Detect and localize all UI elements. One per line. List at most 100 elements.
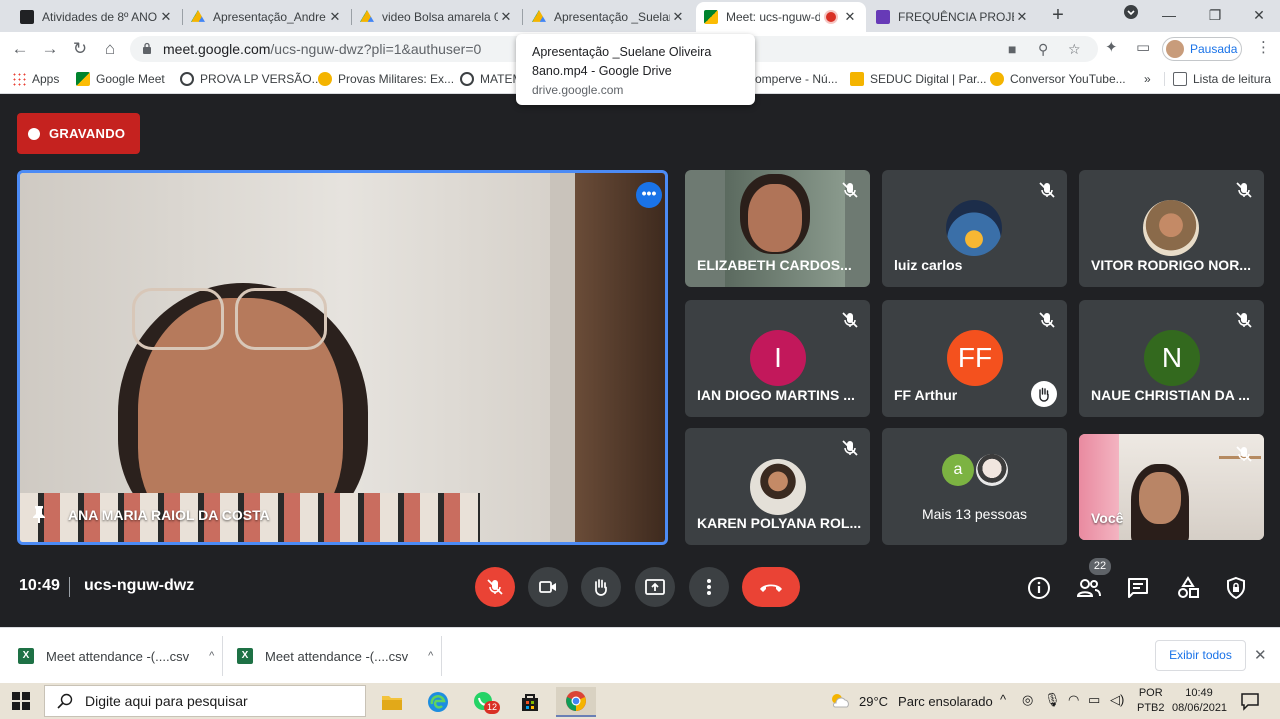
bookmark-conversor[interactable]: Conversor YouTube...	[990, 72, 1126, 86]
taskbar-edge[interactable]	[418, 687, 458, 717]
camera-toggle-button[interactable]	[528, 567, 568, 607]
participant-tile[interactable]: I IAN DIOGO MARTINS ...	[685, 300, 870, 417]
more-participants-tile[interactable]: a Mais 13 pessoas	[882, 428, 1067, 545]
participant-tile[interactable]: KAREN POLYANA ROL...	[685, 428, 870, 545]
download-item[interactable]: X Meet attendance -(....csv ^	[18, 628, 214, 684]
bookmark-matem[interactable]: MATEM	[460, 72, 522, 86]
extensions-icon[interactable]: ✦	[1105, 38, 1118, 56]
tab-atividades[interactable]: Atividades de 8º ANO ✕	[12, 2, 182, 32]
bookmark-google-meet[interactable]: Google Meet	[76, 72, 165, 86]
chrome-icon	[566, 691, 586, 711]
weather-widget[interactable]: 29°C Parc ensolarado	[829, 692, 993, 710]
battery-icon[interactable]: ▭	[1088, 692, 1100, 708]
forward-button[interactable]: →	[38, 37, 62, 61]
close-tab-icon[interactable]: ✕	[670, 9, 686, 25]
bookmark-comperve[interactable]: omperve - Nú...	[755, 72, 838, 86]
excel-file-icon: X	[18, 648, 34, 664]
edge-icon	[428, 692, 448, 712]
google-forms-icon	[876, 10, 890, 24]
microphone-icon[interactable]: 🎙	[1044, 692, 1061, 708]
recording-indicator[interactable]: GRAVANDO	[17, 113, 140, 154]
people-button[interactable]	[1076, 575, 1102, 601]
notification-center-icon[interactable]	[1240, 691, 1260, 711]
taskbar-whatsapp[interactable]: 12	[464, 687, 504, 717]
participant-tile[interactable]: ELIZABETH CARDOS...	[685, 170, 870, 287]
reading-list-button[interactable]: Lista de leitura	[1164, 72, 1271, 86]
chat-button[interactable]	[1125, 575, 1151, 601]
participant-tile[interactable]: VITOR RODRIGO NOR...	[1079, 170, 1264, 287]
self-view-tile[interactable]: Você	[1079, 434, 1264, 540]
pin-icon[interactable]	[32, 505, 46, 523]
meeting-details-button[interactable]	[1026, 575, 1052, 601]
bookmark-prova-lp[interactable]: PROVA LP VERSÃO...	[180, 72, 322, 86]
reload-button[interactable]: ↻	[68, 37, 92, 61]
chevron-up-icon[interactable]: ^	[1000, 692, 1006, 707]
participant-tile[interactable]: luiz carlos	[882, 170, 1067, 287]
taskbar-search-input[interactable]: Digite aqui para pesquisar	[44, 685, 366, 717]
mic-off-icon	[1236, 446, 1252, 462]
back-button[interactable]: ←	[8, 37, 32, 61]
google-drive-icon	[532, 10, 546, 22]
close-tab-icon[interactable]: ✕	[842, 9, 858, 25]
taskbar-chrome[interactable]	[556, 687, 596, 717]
camera-icon[interactable]: ■	[1008, 41, 1016, 57]
folder-icon	[382, 696, 402, 710]
close-window-button[interactable]: ✕	[1243, 4, 1275, 26]
mic-toggle-button[interactable]	[475, 567, 515, 607]
close-tab-icon[interactable]: ✕	[327, 9, 343, 25]
home-button[interactable]: ⌂	[98, 37, 122, 61]
participant-tile[interactable]: N NAUE CHRISTIAN DA ...	[1079, 300, 1264, 417]
download-item[interactable]: X Meet attendance -(....csv ^	[237, 628, 433, 684]
mic-off-icon	[487, 579, 503, 595]
lock-icon	[143, 42, 151, 54]
meet-tray-icon[interactable]: ◎	[1022, 692, 1033, 708]
tab-apresentacao-andre[interactable]: Apresentação_Andre H ✕	[183, 2, 351, 32]
tab-meet[interactable]: Meet: ucs-nguw-d ✕	[696, 2, 866, 32]
minimize-button[interactable]: —	[1153, 4, 1185, 26]
menu-icon[interactable]: ⋮	[1256, 38, 1271, 56]
wifi-icon[interactable]: ◠	[1068, 692, 1079, 708]
close-shelf-button[interactable]: ✕	[1254, 646, 1267, 664]
present-screen-button[interactable]	[635, 567, 675, 607]
mic-off-icon	[1039, 182, 1055, 198]
bookmark-provas-militares[interactable]: Provas Militares: Ex...	[318, 72, 454, 86]
volume-icon[interactable]: ◁)	[1110, 692, 1124, 708]
avatar	[1166, 40, 1184, 58]
tab-search-button[interactable]	[1115, 4, 1147, 26]
more-options-button[interactable]	[689, 567, 729, 607]
bookmark-seduc[interactable]: SEDUC Digital | Par...	[850, 72, 986, 86]
profile-button[interactable]: Pausada	[1162, 37, 1242, 61]
raised-hand-indicator	[1031, 381, 1057, 407]
taskbar-store[interactable]	[510, 687, 550, 717]
tab-frequencia[interactable]: FREQUÊNCIA PROJETO ✕	[868, 2, 1038, 32]
raise-hand-button[interactable]	[581, 567, 621, 607]
main-video-tile[interactable]: ••• ANA MARIA RAIOL DA COSTA	[17, 170, 668, 545]
bookmark-apps[interactable]: Apps	[12, 72, 59, 86]
new-tab-button[interactable]: +	[1046, 4, 1070, 28]
language-indicator[interactable]: POR PTB2	[1137, 686, 1165, 716]
chevron-up-icon[interactable]: ^	[209, 650, 214, 662]
close-tab-icon[interactable]: ✕	[1014, 9, 1030, 25]
participant-tile[interactable]: FF FF Arthur	[882, 300, 1067, 417]
close-tab-icon[interactable]: ✕	[498, 9, 514, 25]
tab-video-bolsa[interactable]: video Bolsa amarela 0: ✕	[352, 2, 522, 32]
windows-start-icon[interactable]	[12, 692, 30, 710]
participant-name: KAREN POLYANA ROL...	[697, 515, 861, 531]
activities-button[interactable]	[1175, 575, 1201, 601]
star-icon[interactable]: ☆	[1068, 41, 1081, 58]
show-all-downloads-button[interactable]: Exibir todos	[1155, 640, 1246, 671]
tab-apresentacao-suelane[interactable]: Apresentação _Suelane ✕	[524, 2, 694, 32]
cast-icon[interactable]: ▭	[1136, 38, 1150, 56]
windows-taskbar: Digite aqui para pesquisar 12 29°C Parc …	[0, 683, 1280, 719]
host-controls-button[interactable]	[1223, 575, 1249, 601]
chevron-up-icon[interactable]: ^	[428, 650, 433, 662]
close-tab-icon[interactable]: ✕	[158, 9, 174, 25]
taskbar-file-explorer[interactable]	[372, 687, 412, 717]
bookmarks-overflow-button[interactable]: »	[1144, 72, 1151, 86]
leave-call-button[interactable]	[742, 567, 800, 607]
globe-icon	[180, 72, 194, 86]
maximize-button[interactable]: ❐	[1199, 4, 1231, 26]
system-clock[interactable]: 10:49 08/06/2021	[1172, 686, 1227, 716]
zoom-icon[interactable]: ⚲	[1038, 41, 1048, 58]
tile-options-button[interactable]: •••	[636, 182, 662, 208]
